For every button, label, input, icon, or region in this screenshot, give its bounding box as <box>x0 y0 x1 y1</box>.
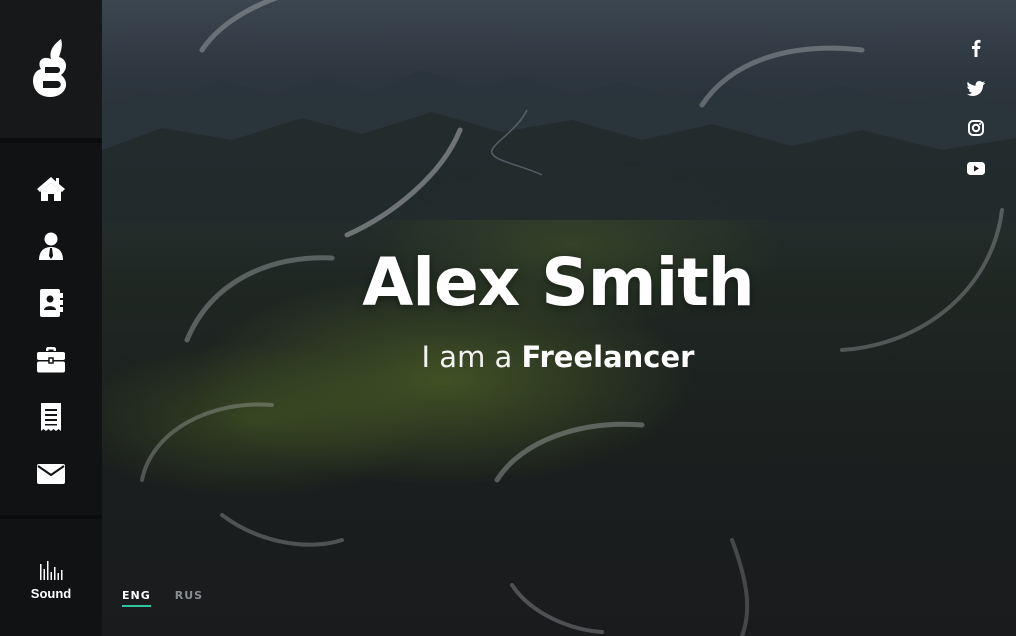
social-links <box>960 28 992 188</box>
instagram-link[interactable] <box>960 108 992 148</box>
sound-toggle[interactable]: Sound <box>0 560 102 601</box>
briefcase-icon <box>37 346 65 372</box>
hero-subtitle-prefix: I am a <box>421 340 513 374</box>
contact-book-icon <box>40 288 63 317</box>
logo[interactable] <box>0 0 102 143</box>
lang-rus[interactable]: RUS <box>175 589 203 607</box>
nav-resume[interactable] <box>0 274 102 331</box>
lang-eng[interactable]: ENG <box>122 589 151 607</box>
sidebar-divider <box>0 515 102 519</box>
user-icon <box>39 232 63 260</box>
hero-subtitle: I am a Freelancer <box>290 340 826 374</box>
youtube-icon <box>967 161 985 175</box>
main-nav <box>0 160 102 502</box>
instagram-icon <box>968 120 984 136</box>
nav-about[interactable] <box>0 217 102 274</box>
sound-equalizer-icon <box>40 561 63 580</box>
nav-home[interactable] <box>0 160 102 217</box>
twitter-link[interactable] <box>960 68 992 108</box>
nav-pricing[interactable] <box>0 388 102 445</box>
sound-label: Sound <box>30 586 72 601</box>
logo-icon <box>33 39 67 97</box>
receipt-icon <box>41 402 61 431</box>
language-switch: ENG RUS <box>122 589 203 607</box>
envelope-icon <box>37 463 65 484</box>
facebook-icon <box>972 39 981 57</box>
facebook-link[interactable] <box>960 28 992 68</box>
hero-name: Alex Smith <box>362 244 754 321</box>
page: Sound Alex Smith I am a Freelancer ENG R… <box>0 0 1016 636</box>
youtube-link[interactable] <box>960 148 992 188</box>
nav-contact[interactable] <box>0 445 102 502</box>
home-icon <box>37 176 65 201</box>
hero-subtitle-role: Freelancer <box>521 340 695 374</box>
twitter-icon <box>967 80 985 96</box>
sidebar: Sound <box>0 0 102 636</box>
nav-portfolio[interactable] <box>0 331 102 388</box>
